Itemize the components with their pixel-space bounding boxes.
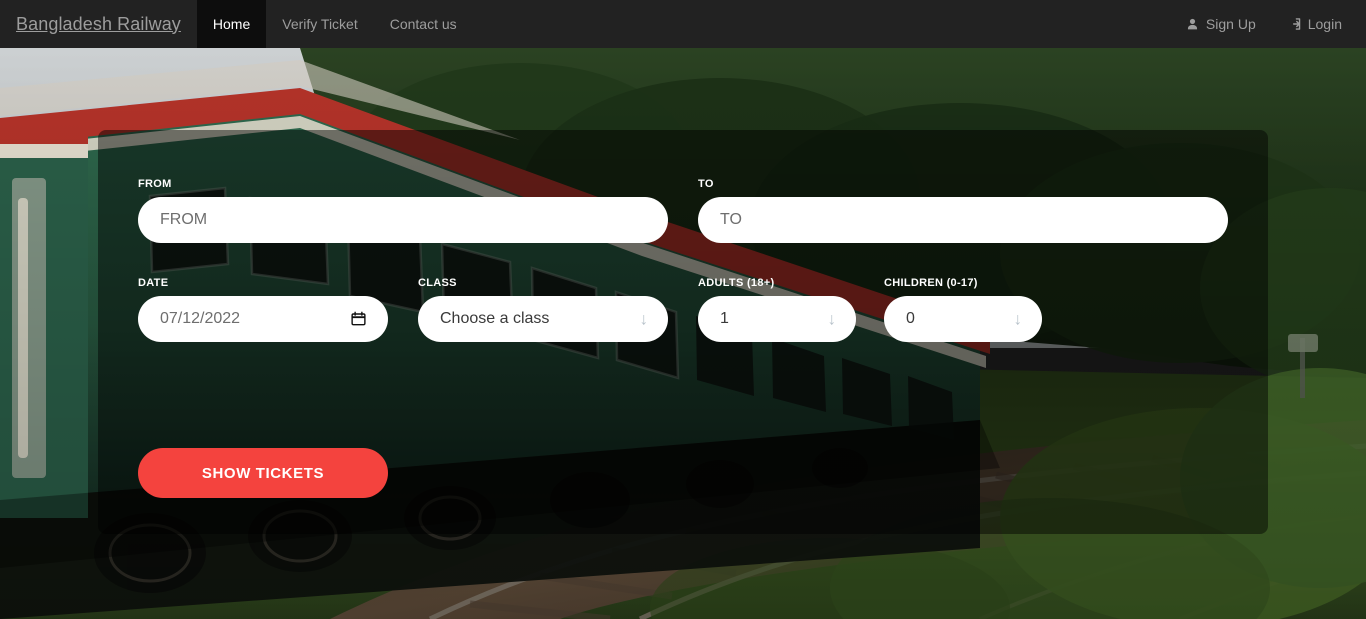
class-label: CLASS <box>418 277 457 289</box>
nav-item-verify-ticket[interactable]: Verify Ticket <box>266 0 373 48</box>
to-field-group: TO TO <box>698 177 1228 243</box>
nav-item-contact-us-label: Contact us <box>389 16 457 32</box>
top-navbar: Bangladesh Railway Home Verify Ticket Co… <box>0 0 1366 48</box>
login-label: Login <box>1307 16 1342 32</box>
to-label: TO <box>698 178 714 190</box>
class-select[interactable]: Choose a class ↓ <box>418 296 668 342</box>
class-select-value: Choose a class <box>440 310 550 327</box>
nav-item-verify-ticket-label: Verify Ticket <box>282 16 358 32</box>
arrow-down-icon[interactable]: ↓ <box>640 311 649 328</box>
sign-up-label: Sign Up <box>1205 16 1256 32</box>
adults-select[interactable]: 1 ↓ <box>698 296 856 342</box>
adults-label: ADULTS (18+) <box>698 277 775 289</box>
adults-select-value: 1 <box>720 310 729 327</box>
adults-field-group: ADULTS (18+) 1 ↓ <box>698 276 856 342</box>
from-input[interactable]: FROM <box>138 197 668 243</box>
arrow-down-icon[interactable]: ↓ <box>1014 311 1023 328</box>
date-input[interactable]: 07/12/2022 <box>138 296 388 342</box>
login-button[interactable]: Login <box>1272 0 1358 48</box>
date-label: DATE <box>138 277 169 289</box>
arrow-down-icon[interactable]: ↓ <box>828 311 837 328</box>
hero-section: FROM FROM TO TO DATE 07/12/2022 CLASS Ch… <box>0 48 1366 619</box>
nav-item-home[interactable]: Home <box>196 0 267 48</box>
nav-item-contact-us[interactable]: Contact us <box>374 0 473 48</box>
calendar-icon[interactable] <box>351 311 366 327</box>
from-field-group: FROM FROM <box>138 177 668 243</box>
date-input-value: 07/12/2022 <box>160 310 241 327</box>
from-label: FROM <box>138 178 172 190</box>
children-select[interactable]: 0 ↓ <box>884 296 1042 342</box>
children-label: CHILDREN (0-17) <box>884 277 978 289</box>
user-icon <box>1186 17 1200 31</box>
to-input-value: TO <box>720 211 742 228</box>
submit-row: Show Tickets <box>138 448 388 498</box>
date-field-group: DATE 07/12/2022 <box>138 276 388 342</box>
nav-right-group: Sign Up Login <box>1170 0 1366 48</box>
from-input-value: FROM <box>160 211 208 228</box>
class-field-group: CLASS Choose a class ↓ <box>418 276 668 342</box>
brand-logo[interactable]: Bangladesh Railway <box>0 0 197 48</box>
ticket-search-panel: FROM FROM TO TO DATE 07/12/2022 CLASS Ch… <box>98 130 1268 534</box>
sign-up-button[interactable]: Sign Up <box>1170 0 1272 48</box>
show-tickets-button[interactable]: Show Tickets <box>138 448 388 498</box>
children-select-value: 0 <box>906 310 915 327</box>
nav-links: Home Verify Ticket Contact us <box>196 0 473 48</box>
to-input[interactable]: TO <box>698 197 1228 243</box>
sign-in-icon <box>1288 17 1302 31</box>
nav-item-home-label: Home <box>212 16 251 32</box>
brand-label: Bangladesh Railway <box>16 13 181 34</box>
children-field-group: CHILDREN (0-17) 0 ↓ <box>884 276 1042 342</box>
